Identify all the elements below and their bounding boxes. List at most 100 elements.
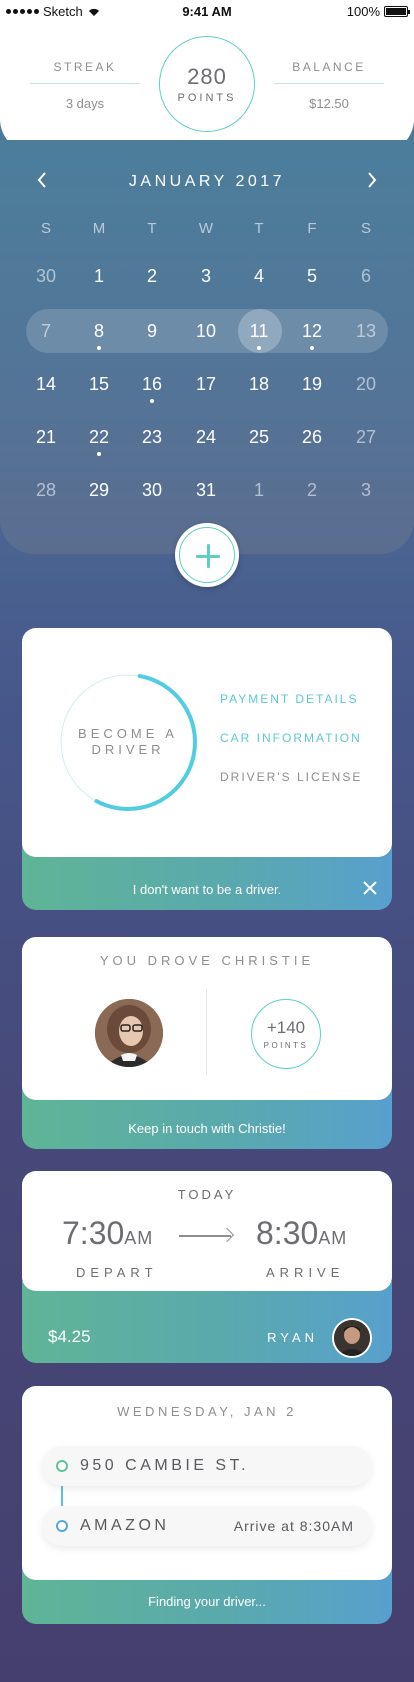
- calendar-day[interactable]: 17: [186, 364, 226, 404]
- calendar-day[interactable]: 3: [346, 470, 386, 510]
- calendar-day[interactable]: 2: [132, 256, 172, 296]
- calendar-day[interactable]: 2: [292, 470, 332, 510]
- calendar-day[interactable]: 12: [292, 311, 332, 351]
- calendar-day-number: 16: [141, 374, 163, 394]
- weekday-label: T: [147, 220, 157, 237]
- calendar-day[interactable]: 10: [186, 311, 226, 351]
- calendar-day-number: 8: [93, 321, 104, 341]
- calendar-day-number: 2: [306, 480, 317, 500]
- close-icon[interactable]: [362, 878, 378, 900]
- depart-label: DEPART: [76, 1265, 158, 1280]
- driver-avatar[interactable]: [332, 1318, 372, 1358]
- depart-time-suffix: AM: [124, 1228, 154, 1248]
- calendar-day-number: 3: [360, 480, 371, 500]
- points-earned-value: +140: [266, 1018, 306, 1037]
- calendar-day[interactable]: 24: [186, 417, 226, 457]
- calendar-day[interactable]: 28: [26, 470, 66, 510]
- streak-value: 3 days: [65, 96, 105, 111]
- points-label: POINTS: [177, 92, 237, 104]
- arrive-time: 8:30AM: [256, 1215, 347, 1252]
- calendar-header: JANUARY 2017: [0, 170, 414, 194]
- points-earned-label: POINTS: [263, 1041, 309, 1050]
- calendar-day[interactable]: 15: [79, 364, 119, 404]
- calendar-day[interactable]: 21: [26, 417, 66, 457]
- trip-day-label: TODAY: [177, 1187, 237, 1202]
- payment-details-link[interactable]: PAYMENT DETAILS: [220, 692, 358, 706]
- calendar-day[interactable]: 20: [346, 364, 386, 404]
- calendar-day[interactable]: 4: [239, 256, 279, 296]
- calendar-day-number: 28: [35, 480, 57, 500]
- dropoff-stop[interactable]: AMAZON Arrive at 8:30AM: [42, 1506, 372, 1546]
- calendar-day-number: 27: [355, 427, 377, 447]
- points-badge[interactable]: 280 POINTS: [159, 36, 255, 132]
- calendar-day[interactable]: 25: [239, 417, 279, 457]
- calendar-day[interactable]: 3: [186, 256, 226, 296]
- calendar-day-number: 31: [195, 480, 217, 500]
- depart-time-value: 7:30: [62, 1215, 125, 1251]
- calendar-day[interactable]: 5: [292, 256, 332, 296]
- calendar-day[interactable]: 1: [239, 470, 279, 510]
- calendar-day[interactable]: 30: [26, 256, 66, 296]
- calendar-day-number: 4: [253, 266, 264, 286]
- calendar-day[interactable]: 19: [292, 364, 332, 404]
- car-information-link[interactable]: CAR INFORMATION: [220, 731, 362, 745]
- calendar-day[interactable]: 9: [132, 311, 172, 351]
- calendar-day[interactable]: 18: [239, 364, 279, 404]
- calendar-day[interactable]: 26: [292, 417, 332, 457]
- calendar-day-number: 13: [355, 321, 377, 341]
- calendar-day-number: 21: [35, 427, 57, 447]
- arrive-label: ARRIVE: [266, 1265, 345, 1280]
- route-date: WEDNESDAY, JAN 2: [117, 1404, 297, 1419]
- header-card: Sketch 9:41 AM 100% STREAK 3 days 280 PO…: [0, 0, 414, 153]
- calendar-day[interactable]: 6: [346, 256, 386, 296]
- calendar-day-number: 1: [93, 266, 104, 286]
- avatar[interactable]: [95, 999, 163, 1067]
- calendar-title: JANUARY 2017: [128, 173, 286, 190]
- calendar-day[interactable]: 1: [79, 256, 119, 296]
- calendar-day[interactable]: 22: [79, 417, 119, 457]
- trip-panel: TODAY 7:30AM 8:30AM DEPART ARRIVE: [22, 1171, 392, 1291]
- calendar-day-number: 12: [301, 321, 323, 341]
- pickup-stop[interactable]: 950 CAMBIE ST.: [42, 1446, 372, 1486]
- calendar-day-number: 30: [141, 480, 163, 500]
- drove-panel: YOU DROVE CHRISTIE +140 POINTS: [22, 937, 392, 1100]
- calendar-day-number: 24: [195, 427, 217, 447]
- balance-value: $12.50: [309, 96, 349, 111]
- calendar-day[interactable]: 30: [132, 470, 172, 510]
- weekday-label: S: [360, 220, 371, 237]
- calendar-day-number: 26: [301, 427, 323, 447]
- dropoff-eta: Arrive at 8:30AM: [233, 1518, 354, 1534]
- calendar-day-number: 9: [146, 321, 157, 341]
- decline-text: I don't want to be a driver.: [132, 882, 282, 897]
- calendar-day-number: 5: [306, 266, 317, 286]
- calendar-day[interactable]: 11: [239, 311, 279, 351]
- calendar-day[interactable]: 29: [79, 470, 119, 510]
- calendar-day-number: 6: [360, 266, 371, 286]
- calendar-day-number: 17: [195, 374, 217, 394]
- calendar-day-number: 22: [88, 427, 110, 447]
- calendar-day[interactable]: 23: [132, 417, 172, 457]
- calendar-day[interactable]: 13: [346, 311, 386, 351]
- calendar-day[interactable]: 14: [26, 364, 66, 404]
- arrive-time-suffix: AM: [318, 1228, 348, 1248]
- chevron-right-icon[interactable]: [366, 170, 378, 195]
- finding-driver-text: Finding your driver...: [148, 1594, 266, 1609]
- trip-summary-bar[interactable]: $4.25 RYAN: [22, 1281, 392, 1363]
- calendar-day[interactable]: 27: [346, 417, 386, 457]
- points-earned-badge: +140 POINTS: [251, 999, 321, 1069]
- calendar-day[interactable]: 16: [132, 364, 172, 404]
- calendar-day[interactable]: 31: [186, 470, 226, 510]
- points-value: 280: [187, 64, 227, 89]
- add-button[interactable]: [175, 523, 239, 587]
- calendar-day-number: 30: [35, 266, 57, 286]
- streak-stat: STREAK 3 days: [30, 60, 140, 111]
- weekday-label: W: [198, 220, 214, 237]
- drivers-license-link[interactable]: DRIVER'S LICENSE: [220, 770, 362, 784]
- driver-name: RYAN: [267, 1330, 318, 1345]
- calendar-day-number: 1: [253, 480, 264, 500]
- become-driver-panel: BECOME A DRIVER PAYMENT DETAILS CAR INFO…: [22, 628, 392, 857]
- calendar-day[interactable]: 7: [26, 311, 66, 351]
- calendar-day[interactable]: 8: [79, 311, 119, 351]
- become-driver-label[interactable]: BECOME A DRIVER: [58, 726, 198, 758]
- balance-stat: BALANCE $12.50: [274, 60, 384, 111]
